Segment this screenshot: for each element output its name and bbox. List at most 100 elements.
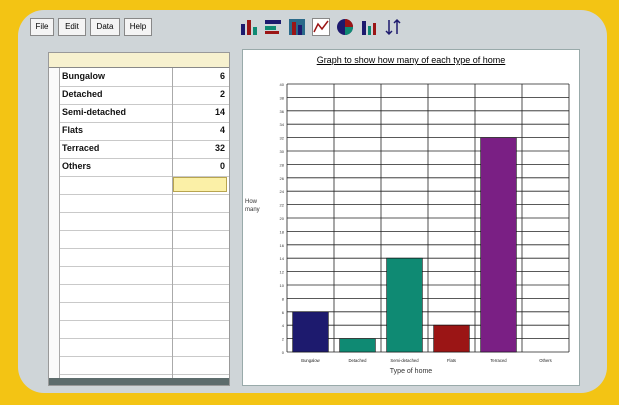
table-row[interactable] — [49, 248, 229, 267]
table-row[interactable]: Flats 4 — [49, 122, 229, 141]
table-row[interactable] — [49, 356, 229, 375]
row-header[interactable] — [49, 140, 60, 158]
row-header[interactable] — [49, 176, 60, 194]
table-row[interactable] — [49, 266, 229, 285]
x-tick-label: Terraced — [490, 358, 507, 363]
row-value[interactable]: 32 — [215, 143, 225, 153]
x-tick-label: Flats — [447, 358, 456, 363]
row-label[interactable]: Semi-detached — [62, 107, 126, 117]
row-header[interactable] — [49, 122, 60, 140]
table-row[interactable]: Detached 2 — [49, 86, 229, 105]
row-value[interactable]: 2 — [220, 89, 225, 99]
row-header[interactable] — [49, 230, 60, 248]
y-tick-label: 26 — [280, 176, 285, 181]
bar-chart-icon[interactable] — [240, 18, 258, 36]
bar — [433, 324, 470, 353]
y-tick-label: 28 — [280, 162, 285, 167]
row-header[interactable] — [49, 266, 60, 284]
stacked-bar-icon[interactable] — [288, 18, 306, 36]
y-tick-label: 36 — [280, 109, 285, 114]
menu-help[interactable]: Help — [124, 18, 152, 36]
y-tick-label: 34 — [280, 122, 285, 127]
chart-toolbar — [240, 15, 430, 39]
menu-data[interactable]: Data — [90, 18, 120, 36]
row-value[interactable]: 0 — [220, 161, 225, 171]
table-row[interactable] — [49, 320, 229, 339]
column-divider — [172, 104, 173, 122]
y-tick-label: 24 — [280, 189, 285, 194]
x-tick-label: Semi-detached — [390, 358, 419, 363]
column-divider — [172, 248, 173, 266]
y-tick-label: 6 — [282, 310, 285, 315]
row-label[interactable]: Detached — [62, 89, 103, 99]
row-value[interactable]: 6 — [220, 71, 225, 81]
y-tick-label: 40 — [280, 82, 285, 87]
row-label[interactable]: Bungalow — [62, 71, 105, 81]
table-row[interactable] — [49, 194, 229, 213]
line-chart-icon[interactable] — [312, 18, 330, 36]
column-divider — [172, 212, 173, 230]
row-label[interactable]: Terraced — [62, 143, 99, 153]
column-divider — [172, 194, 173, 212]
column-chart-icon[interactable] — [360, 18, 378, 36]
row-header[interactable] — [49, 194, 60, 212]
selected-cell[interactable] — [173, 177, 227, 192]
y-tick-label: 14 — [280, 256, 285, 261]
row-header[interactable] — [49, 104, 60, 122]
column-divider — [172, 230, 173, 248]
table-row[interactable]: Bungalow 6 — [49, 68, 229, 87]
chart-panel: Graph to show how many of each type of h… — [242, 49, 580, 386]
row-header[interactable] — [49, 68, 60, 86]
menu-edit[interactable]: Edit — [58, 18, 86, 36]
row-label[interactable]: Flats — [62, 125, 83, 135]
x-tick-label: Bungalow — [301, 358, 320, 363]
x-tick-label: Detached — [349, 358, 368, 363]
column-divider — [172, 86, 173, 104]
table-scrollbar[interactable] — [49, 378, 229, 385]
row-header[interactable] — [49, 302, 60, 320]
table-row[interactable]: Semi-detached 14 — [49, 104, 229, 123]
row-header[interactable] — [49, 338, 60, 356]
y-tick-label: 10 — [280, 283, 285, 288]
table-row[interactable] — [49, 212, 229, 231]
table-row[interactable] — [49, 230, 229, 249]
table-row[interactable] — [49, 338, 229, 357]
horizontal-bar-icon[interactable] — [264, 18, 282, 36]
y-tick-label: 22 — [280, 203, 285, 208]
bar — [480, 137, 517, 353]
row-header[interactable] — [49, 284, 60, 302]
menu-bar: File Edit Data Help — [30, 16, 230, 36]
bar — [292, 311, 329, 353]
table-row[interactable] — [49, 302, 229, 321]
pie-chart-icon[interactable] — [336, 18, 354, 36]
row-header[interactable] — [49, 356, 60, 374]
bar-chart: 0246810121416182022242628303234363840Bun… — [280, 82, 570, 363]
sort-icon[interactable] — [384, 18, 402, 36]
y-tick-label: 4 — [282, 323, 285, 328]
y-tick-label: 32 — [280, 136, 285, 141]
menu-file[interactable]: File — [30, 18, 54, 36]
row-value[interactable]: 14 — [215, 107, 225, 117]
row-label[interactable]: Others — [62, 161, 91, 171]
column-divider — [172, 140, 173, 158]
bar — [386, 257, 423, 353]
table-row[interactable]: Others 0 — [49, 158, 229, 177]
row-header[interactable] — [49, 248, 60, 266]
row-header[interactable] — [49, 320, 60, 338]
y-tick-label: 18 — [280, 229, 285, 234]
row-header[interactable] — [49, 86, 60, 104]
column-divider — [172, 284, 173, 302]
row-header[interactable] — [49, 212, 60, 230]
table-row[interactable]: Terraced 32 — [49, 140, 229, 159]
table-row[interactable] — [49, 176, 229, 195]
column-divider — [172, 302, 173, 320]
row-header[interactable] — [49, 158, 60, 176]
y-tick-label: 20 — [280, 216, 285, 221]
y-tick-label: 8 — [282, 296, 285, 301]
y-tick-label: 0 — [282, 350, 285, 355]
table-row[interactable] — [49, 284, 229, 303]
row-value[interactable]: 4 — [220, 125, 225, 135]
y-tick-label: 2 — [282, 337, 285, 342]
y-tick-label: 30 — [280, 149, 285, 154]
y-tick-label: 12 — [280, 270, 285, 275]
